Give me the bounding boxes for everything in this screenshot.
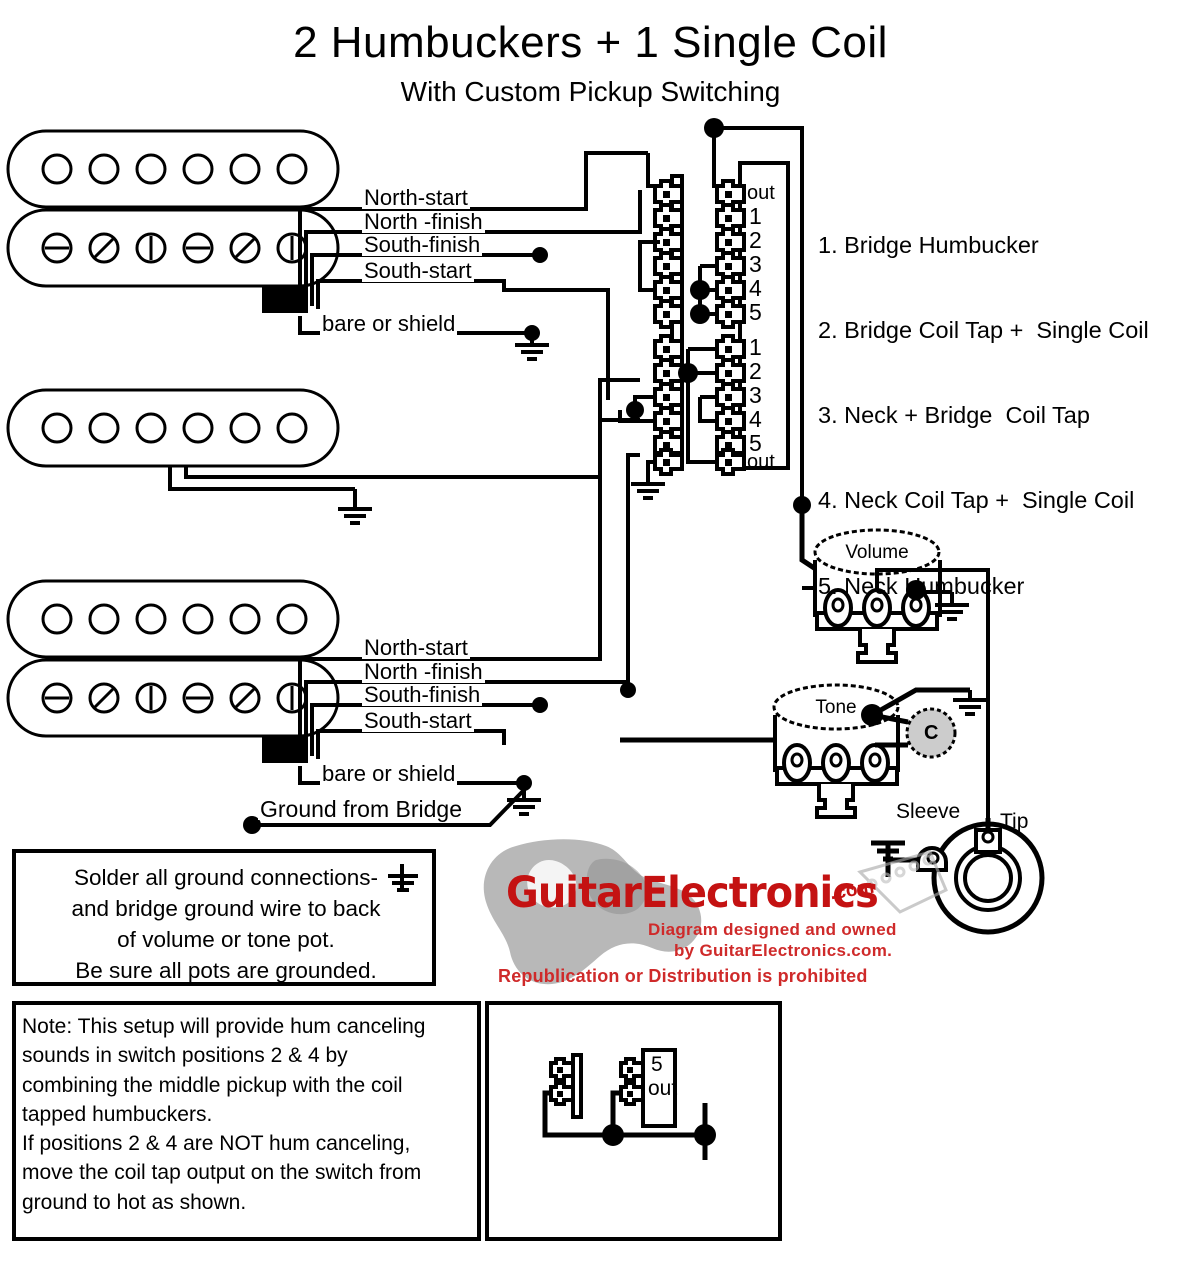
- bridge-north-finish-label: North -finish: [362, 209, 485, 234]
- hum-note-text: Note: This setup will provide hum cancel…: [22, 1015, 426, 1214]
- junction-dot: [626, 401, 644, 419]
- five-way-switch[interactable]: [653, 161, 790, 476]
- switch-lug-label-l1: 1: [749, 334, 762, 360]
- switch-lug-label-l3: 3: [749, 382, 762, 408]
- switch-ground-symbol: [631, 478, 665, 500]
- switch-lug-label-l2: 2: [749, 358, 762, 384]
- neck-north-finish-label: North -finish: [362, 659, 485, 684]
- tone-pot-label: Tone: [815, 697, 857, 718]
- logo-tagline-2: by GuitarElectronics.com.: [674, 941, 893, 960]
- switch-lug-label-out-bottom: out: [747, 451, 775, 473]
- single-coil-pickup: [6, 388, 340, 468]
- bridge-south-start-label: South-start: [362, 258, 474, 283]
- inset-label-5: 5: [651, 1053, 663, 1076]
- switch-lug-label-out-top: out: [747, 182, 775, 204]
- junction-dot: [793, 496, 811, 514]
- legend-item-5: 5. Neck Humbucker: [818, 572, 1025, 599]
- junction-dot: [678, 363, 698, 383]
- bridge-south-finish-label: South-finish: [362, 232, 483, 257]
- neck-humbucker-pickup: [6, 579, 340, 763]
- bridge-humbucker-pickup: [6, 129, 340, 313]
- legend-item-3: 3. Neck + Bridge Coil Tap: [818, 402, 1090, 429]
- neck-north-start-label: North-start: [362, 635, 470, 660]
- bridge-north-start-label: North-start: [362, 185, 470, 210]
- single-coil-ground-symbol: [338, 489, 372, 525]
- logo-brand-text: GuitarElectronics: [506, 868, 879, 918]
- legend-item-2: 2. Bridge Coil Tap + Single Coil: [818, 317, 1149, 344]
- inset-label-out: out: [648, 1077, 678, 1100]
- jack-sleeve-label: Sleeve: [896, 800, 961, 823]
- volume-pot-label: Volume: [845, 542, 909, 563]
- junction-dot: [532, 697, 548, 713]
- solder-note-text: Solder all ground connections- and bridg…: [71, 865, 381, 983]
- logo-tagline-3: Republication or Distribution is prohibi…: [498, 966, 868, 986]
- inset-diagram: [485, 1001, 782, 1241]
- junction-dot: [690, 304, 710, 324]
- switch-lug-label-u5: 5: [749, 299, 762, 325]
- logo-tagline-1: Diagram designed and owned: [648, 920, 897, 939]
- neck-south-finish-label: South-finish: [362, 682, 483, 707]
- legend-item-1: 1. Bridge Humbucker: [818, 231, 1039, 258]
- junction-dot: [704, 118, 724, 138]
- legend-item-4: 4. Neck Coil Tap + Single Coil: [818, 487, 1135, 514]
- junction-dot: [620, 682, 636, 698]
- switch-lug-label-u3: 3: [749, 251, 762, 277]
- switch-lug-label-u4: 4: [749, 275, 762, 301]
- switch-lug-label-u2: 2: [749, 227, 762, 253]
- jack-tip-label: Tip: [1000, 810, 1029, 833]
- page-title: 2 Humbuckers + 1 Single Coil: [293, 18, 888, 67]
- ground-from-bridge-label: Ground from Bridge: [258, 796, 464, 822]
- junction-dot: [690, 280, 710, 300]
- junction-dot: [524, 325, 540, 341]
- tone-pot-tab: [815, 784, 857, 819]
- switch-lug-label-l4: 4: [749, 406, 762, 432]
- wiring-diagram-page: 2 Humbuckers + 1 Single Coil With Custom…: [0, 0, 1181, 1280]
- bridge-pickup-wires: [298, 151, 648, 400]
- switch-position-legend: 1. Bridge Humbucker 2. Bridge Coil Tap +…: [818, 174, 1149, 657]
- junction-dot: [516, 775, 532, 791]
- switch-lug-label-u1: 1: [749, 203, 762, 229]
- tone-pot-lugs[interactable]: [782, 743, 890, 783]
- capacitor-label: C: [924, 722, 939, 744]
- tone-ground-symbol: [953, 690, 987, 716]
- neck-bare-shield-label: bare or shield: [320, 761, 458, 786]
- neck-south-start-label: South-start: [362, 708, 474, 733]
- junction-dot: [532, 247, 548, 263]
- page-subtitle: With Custom Pickup Switching: [400, 76, 781, 107]
- guitarelectronics-watermark: GuitarElectronics .com Diagram designed …: [478, 828, 938, 1000]
- bridge-bare-shield-label: bare or shield: [320, 311, 458, 336]
